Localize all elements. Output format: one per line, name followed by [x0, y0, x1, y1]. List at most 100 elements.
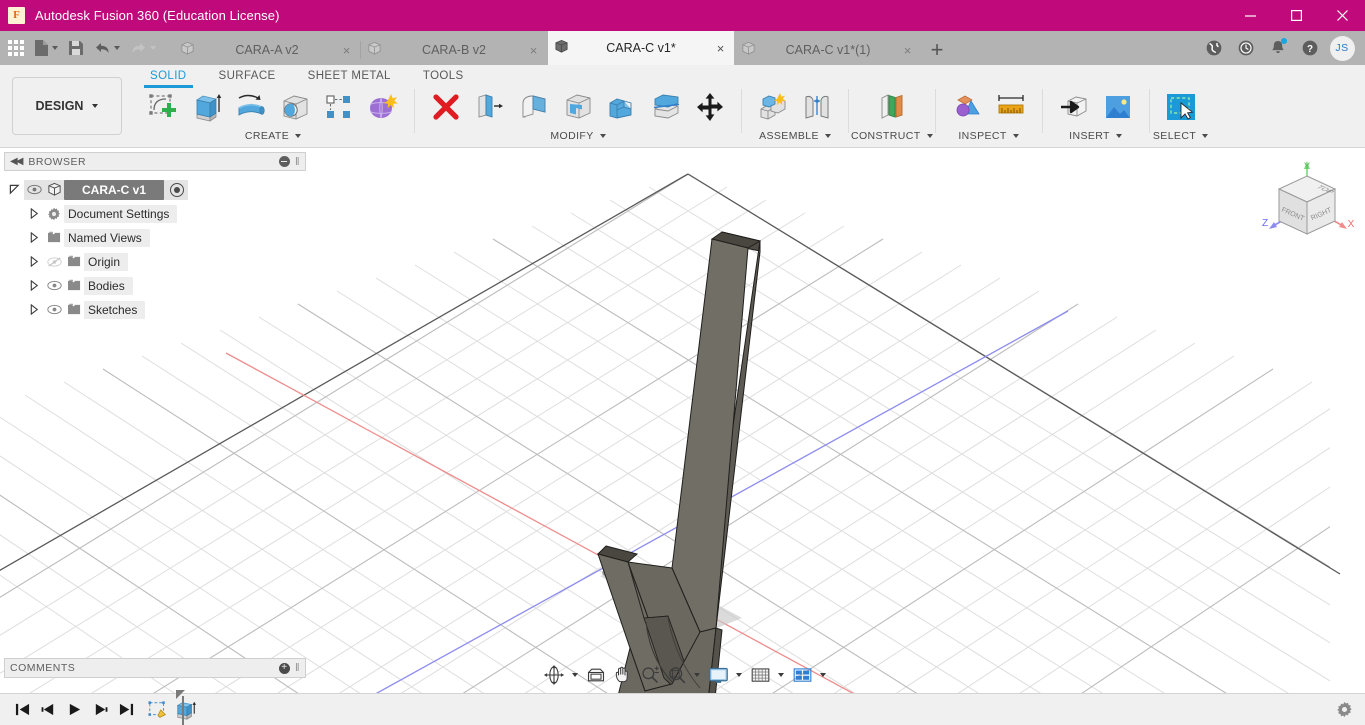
comments-panel[interactable]: COMMENTS + ‖: [4, 658, 306, 678]
app-grid-icon[interactable]: [4, 34, 28, 62]
pattern-icon[interactable]: [318, 87, 360, 127]
combine-icon[interactable]: [601, 87, 643, 127]
timeline-extrude-feature[interactable]: [174, 698, 198, 722]
notifications-icon[interactable]: [1263, 33, 1293, 63]
insert-canvas-icon[interactable]: [1097, 87, 1139, 127]
chevron-down-icon[interactable]: [777, 673, 784, 677]
close-icon[interactable]: ×: [526, 43, 541, 58]
document-tab[interactable]: CARA-C v1*(1) ×: [735, 35, 921, 65]
timeline-play-icon[interactable]: [62, 698, 86, 722]
document-tab[interactable]: CARA-A v2 ×: [174, 35, 360, 65]
chevron-down-icon[interactable]: [693, 673, 700, 677]
split-face-icon[interactable]: [645, 87, 687, 127]
expander-icon[interactable]: [24, 304, 44, 315]
timeline-next-icon[interactable]: [88, 698, 112, 722]
settings-gear-icon[interactable]: [1336, 701, 1365, 718]
ribbon-panel-label[interactable]: INSPECT: [958, 130, 1019, 142]
measure-icon[interactable]: [990, 87, 1032, 127]
chevron-down-icon[interactable]: [571, 673, 578, 677]
offset-plane-icon[interactable]: [871, 87, 913, 127]
tree-node-named-views[interactable]: Named Views: [4, 227, 306, 248]
extensions-icon[interactable]: [1199, 33, 1229, 63]
tree-node-root[interactable]: CARA-C v1: [4, 179, 306, 200]
revolve-icon[interactable]: [230, 87, 272, 127]
expander-icon[interactable]: [4, 184, 24, 195]
tree-node-bodies[interactable]: Bodies: [4, 275, 306, 296]
ribbon-tab-surface[interactable]: SURFACE: [203, 65, 292, 88]
zoom-icon[interactable]: [637, 662, 663, 688]
chevron-down-icon[interactable]: [735, 673, 742, 677]
insert-derive-icon[interactable]: [1053, 87, 1095, 127]
ribbon-panel-label[interactable]: INSERT: [1069, 130, 1122, 142]
joint-icon[interactable]: [796, 87, 838, 127]
visibility-eye-off-icon[interactable]: [44, 256, 64, 268]
tree-node-origin[interactable]: Origin: [4, 251, 306, 272]
zoom-window-icon[interactable]: [664, 662, 690, 688]
close-icon[interactable]: ×: [900, 43, 915, 58]
tree-node-document-settings[interactable]: Document Settings: [4, 203, 306, 224]
view-cube[interactable]: Y Z X TOP FRONT RIGHT: [1255, 156, 1359, 260]
redo-icon[interactable]: [126, 34, 160, 62]
ribbon-panel-label[interactable]: MODIFY: [550, 130, 606, 142]
minimize-panel-icon[interactable]: [278, 156, 290, 167]
timeline-last-icon[interactable]: [114, 698, 138, 722]
new-tab-button[interactable]: +: [922, 35, 952, 65]
help-icon[interactable]: ?: [1295, 33, 1325, 63]
ribbon-panel-label[interactable]: ASSEMBLE: [759, 130, 831, 142]
fillet-icon[interactable]: [513, 87, 555, 127]
expander-icon[interactable]: [24, 280, 44, 291]
document-tab[interactable]: CARA-B v2 ×: [360, 35, 547, 65]
move-copy-icon[interactable]: [689, 87, 731, 127]
panel-grip-icon[interactable]: ‖: [295, 662, 300, 674]
select-window-icon[interactable]: [1160, 87, 1202, 127]
create-sketch-icon[interactable]: [142, 87, 184, 127]
ribbon-tab-solid[interactable]: SOLID: [134, 65, 203, 88]
visibility-eye-icon[interactable]: [24, 184, 44, 195]
viewports-icon[interactable]: [789, 662, 816, 688]
close-icon[interactable]: ×: [339, 43, 354, 58]
chevron-down-icon[interactable]: [819, 673, 826, 677]
orbit-icon[interactable]: [540, 662, 568, 688]
ribbon-panel-label[interactable]: CONSTRUCT: [851, 130, 933, 142]
pan-icon[interactable]: [610, 662, 636, 688]
interference-icon[interactable]: [946, 87, 988, 127]
grid-snaps-icon[interactable]: [747, 662, 774, 688]
tree-node-sketches[interactable]: Sketches: [4, 299, 306, 320]
expander-icon[interactable]: [24, 232, 44, 243]
panel-grip-icon[interactable]: ‖: [295, 156, 300, 168]
document-tab-active[interactable]: CARA-C v1* ×: [548, 31, 734, 65]
maximize-button[interactable]: [1273, 0, 1319, 31]
delete-icon[interactable]: [425, 87, 467, 127]
timeline-sketch-feature[interactable]: [146, 698, 170, 722]
create-form-icon[interactable]: [362, 87, 404, 127]
undo-icon[interactable]: [90, 34, 124, 62]
extrude-icon[interactable]: [186, 87, 228, 127]
ribbon-panel-label[interactable]: SELECT: [1153, 130, 1209, 142]
press-pull-icon[interactable]: [469, 87, 511, 127]
collapse-icon[interactable]: ◀◀: [10, 156, 23, 167]
save-icon[interactable]: [64, 34, 88, 62]
activate-component-radio[interactable]: [170, 182, 185, 197]
expander-icon[interactable]: [24, 208, 44, 219]
close-button[interactable]: [1319, 0, 1365, 31]
ribbon-tab-sheet-metal[interactable]: SHEET METAL: [292, 65, 407, 88]
new-component-icon[interactable]: [752, 87, 794, 127]
workspace-switcher-button[interactable]: DESIGN: [12, 77, 122, 135]
add-comment-icon[interactable]: +: [278, 662, 290, 674]
ribbon-tab-tools[interactable]: TOOLS: [407, 65, 480, 88]
look-at-icon[interactable]: [583, 662, 609, 688]
sphere-icon[interactable]: [274, 87, 316, 127]
display-settings-icon[interactable]: [705, 662, 732, 688]
minimize-button[interactable]: [1227, 0, 1273, 31]
file-icon[interactable]: [30, 34, 62, 62]
timeline-prev-icon[interactable]: [36, 698, 60, 722]
timeline-marker-flag[interactable]: [176, 689, 185, 699]
ribbon-panel-label[interactable]: CREATE: [245, 130, 302, 142]
timeline-marker[interactable]: [182, 695, 184, 725]
close-icon[interactable]: ×: [713, 41, 728, 56]
avatar[interactable]: JS: [1327, 33, 1357, 63]
job-status-icon[interactable]: [1231, 33, 1261, 63]
expander-icon[interactable]: [24, 256, 44, 267]
visibility-eye-icon[interactable]: [44, 280, 64, 291]
timeline-first-icon[interactable]: [10, 698, 34, 722]
